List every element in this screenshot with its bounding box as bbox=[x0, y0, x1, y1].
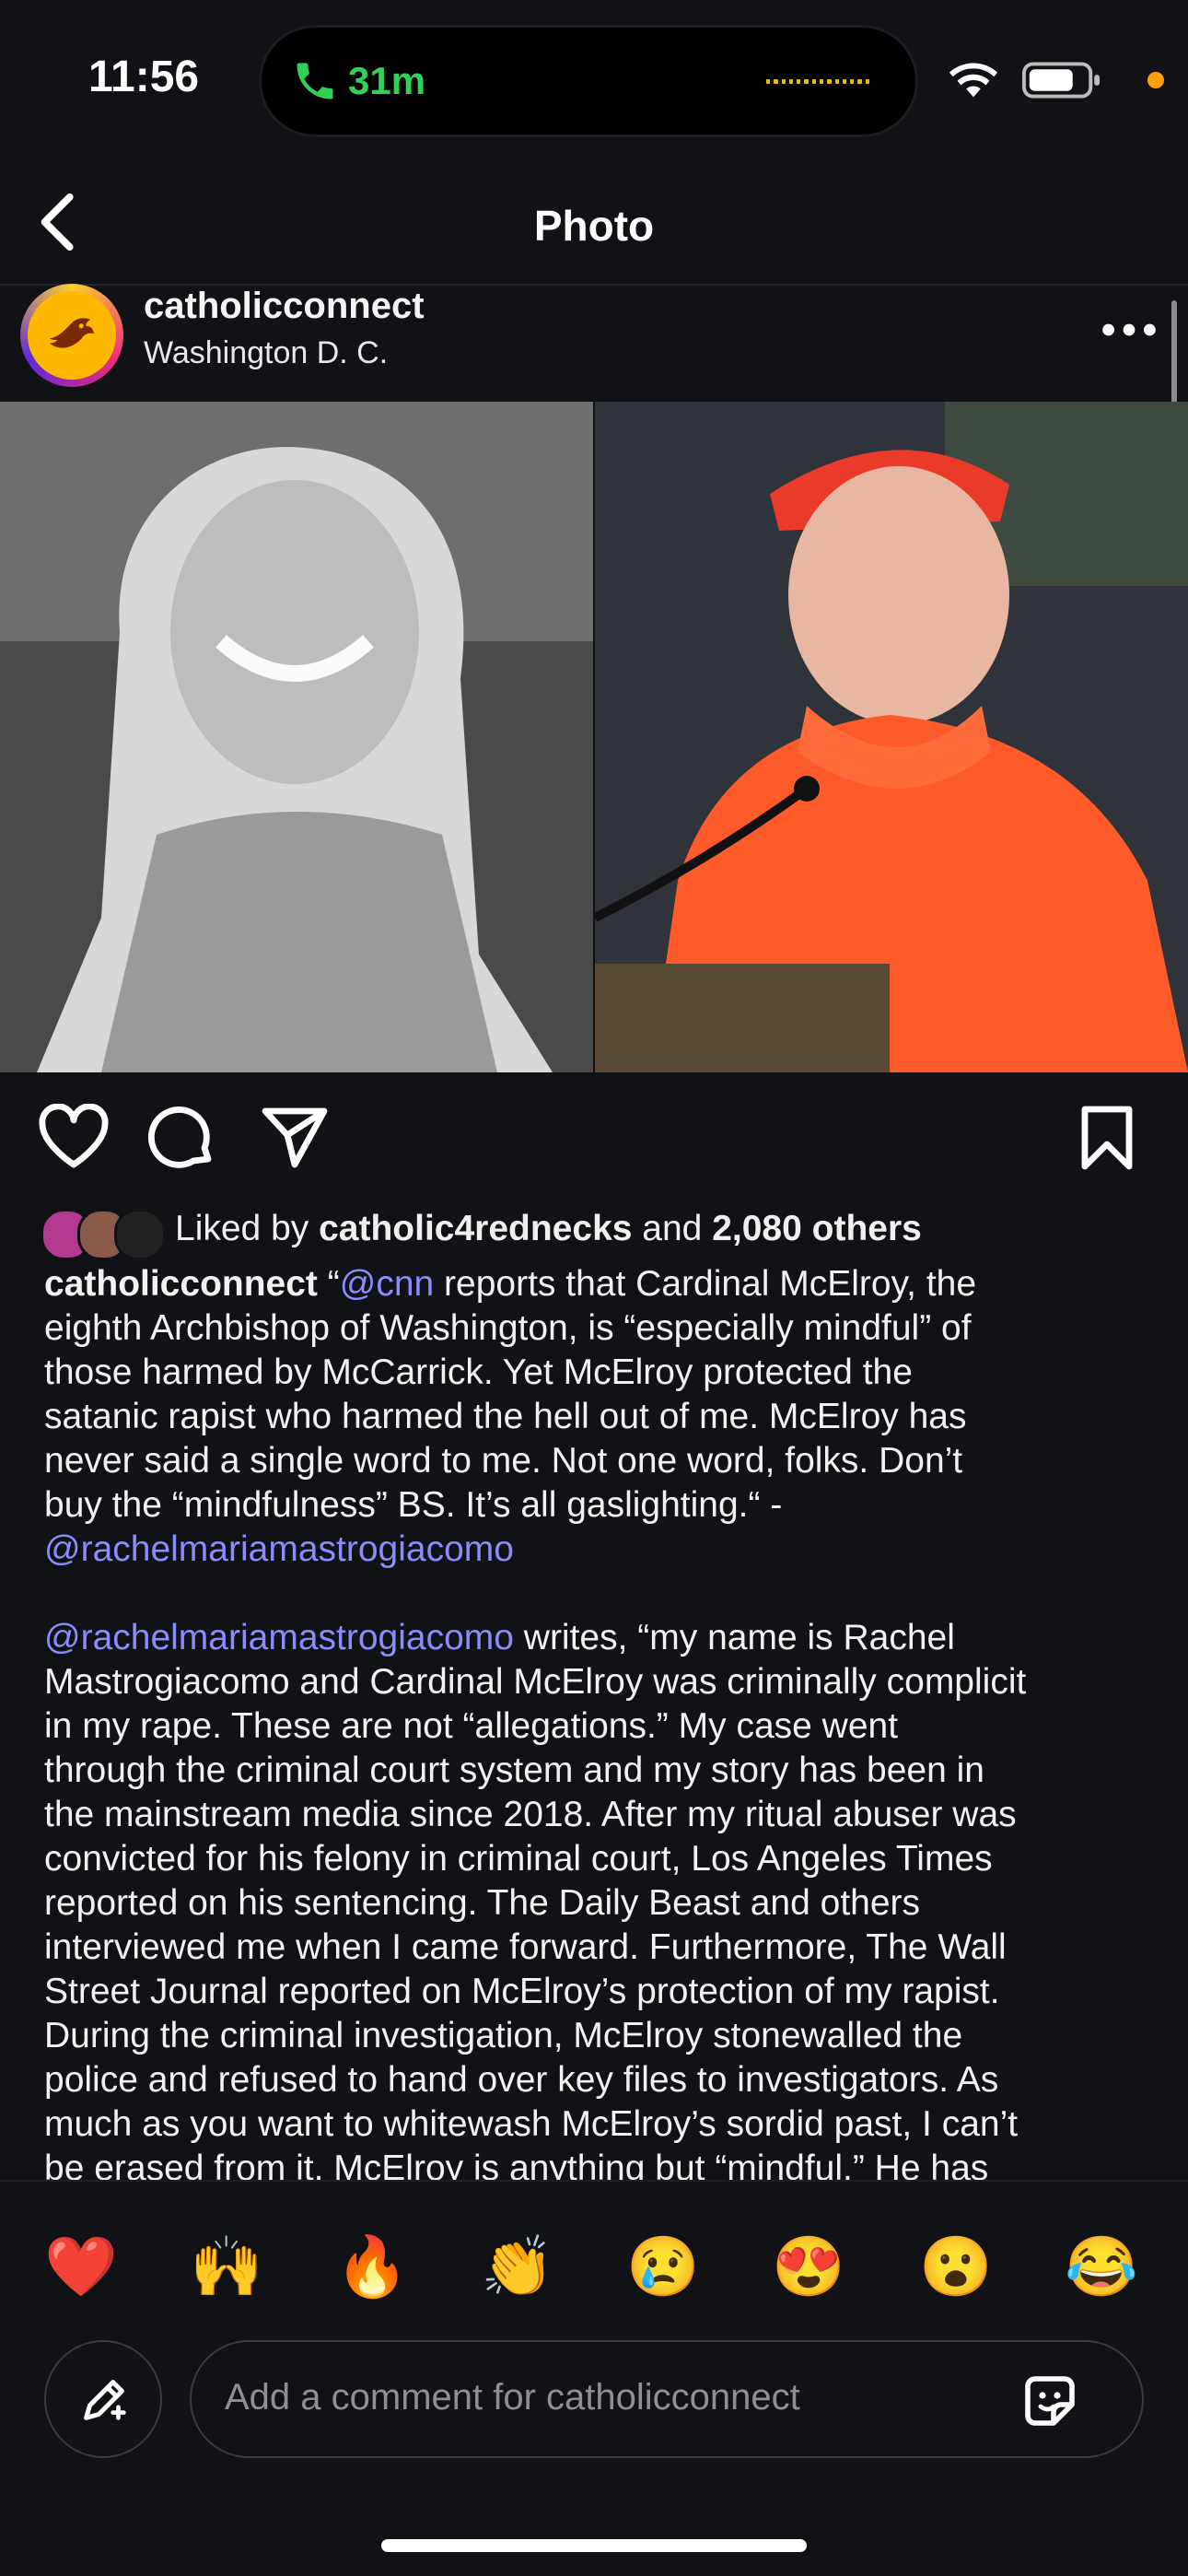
caption-text: through the criminal court system and my… bbox=[44, 1751, 984, 1790]
battery-icon bbox=[1022, 62, 1101, 99]
comment-icon[interactable] bbox=[147, 1104, 217, 1170]
caption-line: buy the “mindfulness” BS. It’s all gasli… bbox=[44, 1483, 1149, 1528]
edit-button[interactable] bbox=[44, 2340, 162, 2458]
caption-line: convicted for his felony in criminal cou… bbox=[44, 1837, 1149, 1881]
emoji-reaction-button[interactable]: 🔥 bbox=[335, 2230, 409, 2303]
caption-line: catholicconnect “@cnn reports that Cardi… bbox=[44, 1262, 1149, 1306]
caption-text: “ bbox=[317, 1264, 340, 1304]
caption-line: never said a single word to me. Not one … bbox=[44, 1439, 1149, 1483]
caption-text: be erased from it. McElroy is anything b… bbox=[44, 2149, 989, 2180]
emoji-quick-reactions: ❤️ 🙌 🔥 👏 😢 😍 😮 😂 bbox=[0, 2180, 1188, 2338]
likes-middle: and bbox=[632, 1209, 713, 1248]
emoji-reaction-button[interactable]: 😢 bbox=[626, 2230, 700, 2303]
bookmark-icon[interactable] bbox=[1077, 1104, 1136, 1170]
caption-line: much as you want to whitewash McElroy’s … bbox=[44, 2102, 1149, 2147]
caption-line: in my rape. These are not “allegations.”… bbox=[44, 1704, 1149, 1749]
call-duration: 31m bbox=[348, 59, 426, 102]
likes-prefix: Liked by bbox=[175, 1209, 320, 1248]
more-icon[interactable] bbox=[1100, 319, 1159, 341]
caption-text: convicted for his felony in criminal cou… bbox=[44, 1839, 993, 1879]
caption-line: eighth Archbishop of Washington, is “esp… bbox=[44, 1306, 1149, 1351]
caption-line: police and refused to hand over key file… bbox=[44, 2058, 1149, 2102]
caption-text: reported on his sentencing. The Daily Be… bbox=[44, 1883, 921, 1923]
caption-line: Mastrogiacomo and Cardinal McElroy was c… bbox=[44, 1660, 1149, 1704]
likes-count[interactable]: 2,080 others bbox=[712, 1209, 922, 1248]
nav-bar: Photo bbox=[0, 171, 1188, 273]
caption-line: During the criminal investigation, McElr… bbox=[44, 2014, 1149, 2058]
wifi-icon bbox=[949, 63, 998, 98]
caption-text: those harmed by McCarrick. Yet McElroy p… bbox=[44, 1352, 913, 1392]
caption-text: buy the “mindfulness” BS. It’s all gasli… bbox=[44, 1485, 783, 1525]
caption-line: Street Journal reported on McElroy’s pro… bbox=[44, 1970, 1149, 2014]
page-title: Photo bbox=[533, 202, 655, 250]
caption-text: writes, “my name is Rachel bbox=[513, 1618, 955, 1657]
audio-waveform-icon bbox=[766, 74, 869, 88]
caption-line: those harmed by McCarrick. Yet McElroy p… bbox=[44, 1351, 1149, 1395]
caption-username[interactable]: catholicconnect bbox=[44, 1264, 318, 1304]
likes-summary[interactable]: Liked by catholic4rednecks and 2,080 oth… bbox=[175, 1209, 922, 1249]
comment-input[interactable]: Add a comment for catholicconnect bbox=[190, 2340, 1144, 2458]
caption-line: @rachelmariamastrogiacomo bbox=[44, 1528, 1149, 1572]
post-location[interactable]: Washington D. C. bbox=[144, 335, 388, 371]
heart-icon[interactable] bbox=[37, 1104, 111, 1170]
caption-mention[interactable]: @rachelmariamastrogiacomo bbox=[44, 1529, 514, 1569]
caption-line: the mainstream media since 2018. After m… bbox=[44, 1793, 1149, 1837]
comment-placeholder: Add a comment for catholicconnect bbox=[225, 2377, 800, 2418]
share-icon[interactable] bbox=[260, 1104, 330, 1170]
sticker-icon[interactable] bbox=[1017, 2368, 1083, 2434]
caption-mention[interactable]: @rachelmariamastrogiacomo bbox=[44, 1618, 514, 1657]
emoji-reaction-button[interactable]: 😂 bbox=[1065, 2230, 1138, 2303]
emoji-reaction-button[interactable]: 😍 bbox=[772, 2230, 845, 2303]
liker-avatars[interactable] bbox=[41, 1209, 169, 1260]
emoji-reaction-button[interactable]: ❤️ bbox=[44, 2230, 118, 2303]
caption-line bbox=[44, 1572, 1149, 1616]
caption-text: Street Journal reported on McElroy’s pro… bbox=[44, 1972, 1000, 2011]
caption-text: reports that Cardinal McElroy, the bbox=[434, 1264, 977, 1304]
avatar[interactable] bbox=[20, 284, 123, 387]
post-photo-right[interactable] bbox=[595, 402, 1188, 1072]
post-photo-left[interactable] bbox=[0, 402, 593, 1072]
caption-line: be erased from it. McElroy is anything b… bbox=[44, 2147, 1149, 2180]
status-time: 11:56 bbox=[88, 53, 200, 101]
caption-text: police and refused to hand over key file… bbox=[44, 2060, 999, 2100]
emoji-reaction-button[interactable]: 🙌 bbox=[190, 2230, 263, 2303]
caption-line: @rachelmariamastrogiacomo writes, “my na… bbox=[44, 1616, 1149, 1660]
caption-text: interviewed me when I came forward. Furt… bbox=[44, 1927, 1007, 1967]
caption-text: much as you want to whitewash McElroy’s … bbox=[44, 2104, 1019, 2144]
caption-text: never said a single word to me. Not one … bbox=[44, 1441, 963, 1481]
dynamic-island[interactable]: 31m bbox=[262, 28, 915, 135]
caption-line: through the criminal court system and my… bbox=[44, 1749, 1149, 1793]
emoji-reaction-button[interactable]: 👏 bbox=[481, 2230, 554, 2303]
home-indicator[interactable] bbox=[381, 2539, 807, 2552]
call-icon bbox=[297, 63, 333, 100]
caption-line: satanic rapist who harmed the hell out o… bbox=[44, 1395, 1149, 1439]
caption-text: satanic rapist who harmed the hell out o… bbox=[44, 1397, 967, 1436]
caption-line: interviewed me when I came forward. Furt… bbox=[44, 1926, 1149, 1970]
caption-line: reported on his sentencing. The Daily Be… bbox=[44, 1881, 1149, 1926]
post-username[interactable]: catholicconnect bbox=[144, 286, 425, 327]
caption-text: eighth Archbishop of Washington, is “esp… bbox=[44, 1308, 972, 1348]
post-caption: catholicconnect “@cnn reports that Cardi… bbox=[44, 1262, 1149, 2180]
status-bar: 11:56 31m bbox=[0, 0, 1188, 157]
caption-text: the mainstream media since 2018. After m… bbox=[44, 1795, 1017, 1834]
caption-text: in my rape. These are not “allegations.”… bbox=[44, 1706, 899, 1746]
liker-username[interactable]: catholic4rednecks bbox=[319, 1209, 632, 1248]
liker-avatar bbox=[114, 1209, 166, 1260]
caption-text: Mastrogiacomo and Cardinal McElroy was c… bbox=[44, 1662, 1027, 1702]
dove-logo-icon bbox=[50, 318, 94, 348]
edit-icon bbox=[84, 2380, 126, 2420]
emoji-reaction-button[interactable]: 😮 bbox=[919, 2230, 993, 2303]
caption-text: During the criminal investigation, McElr… bbox=[44, 2016, 963, 2055]
recording-indicator bbox=[1147, 72, 1164, 88]
caption-mention[interactable]: @cnn bbox=[340, 1264, 434, 1304]
